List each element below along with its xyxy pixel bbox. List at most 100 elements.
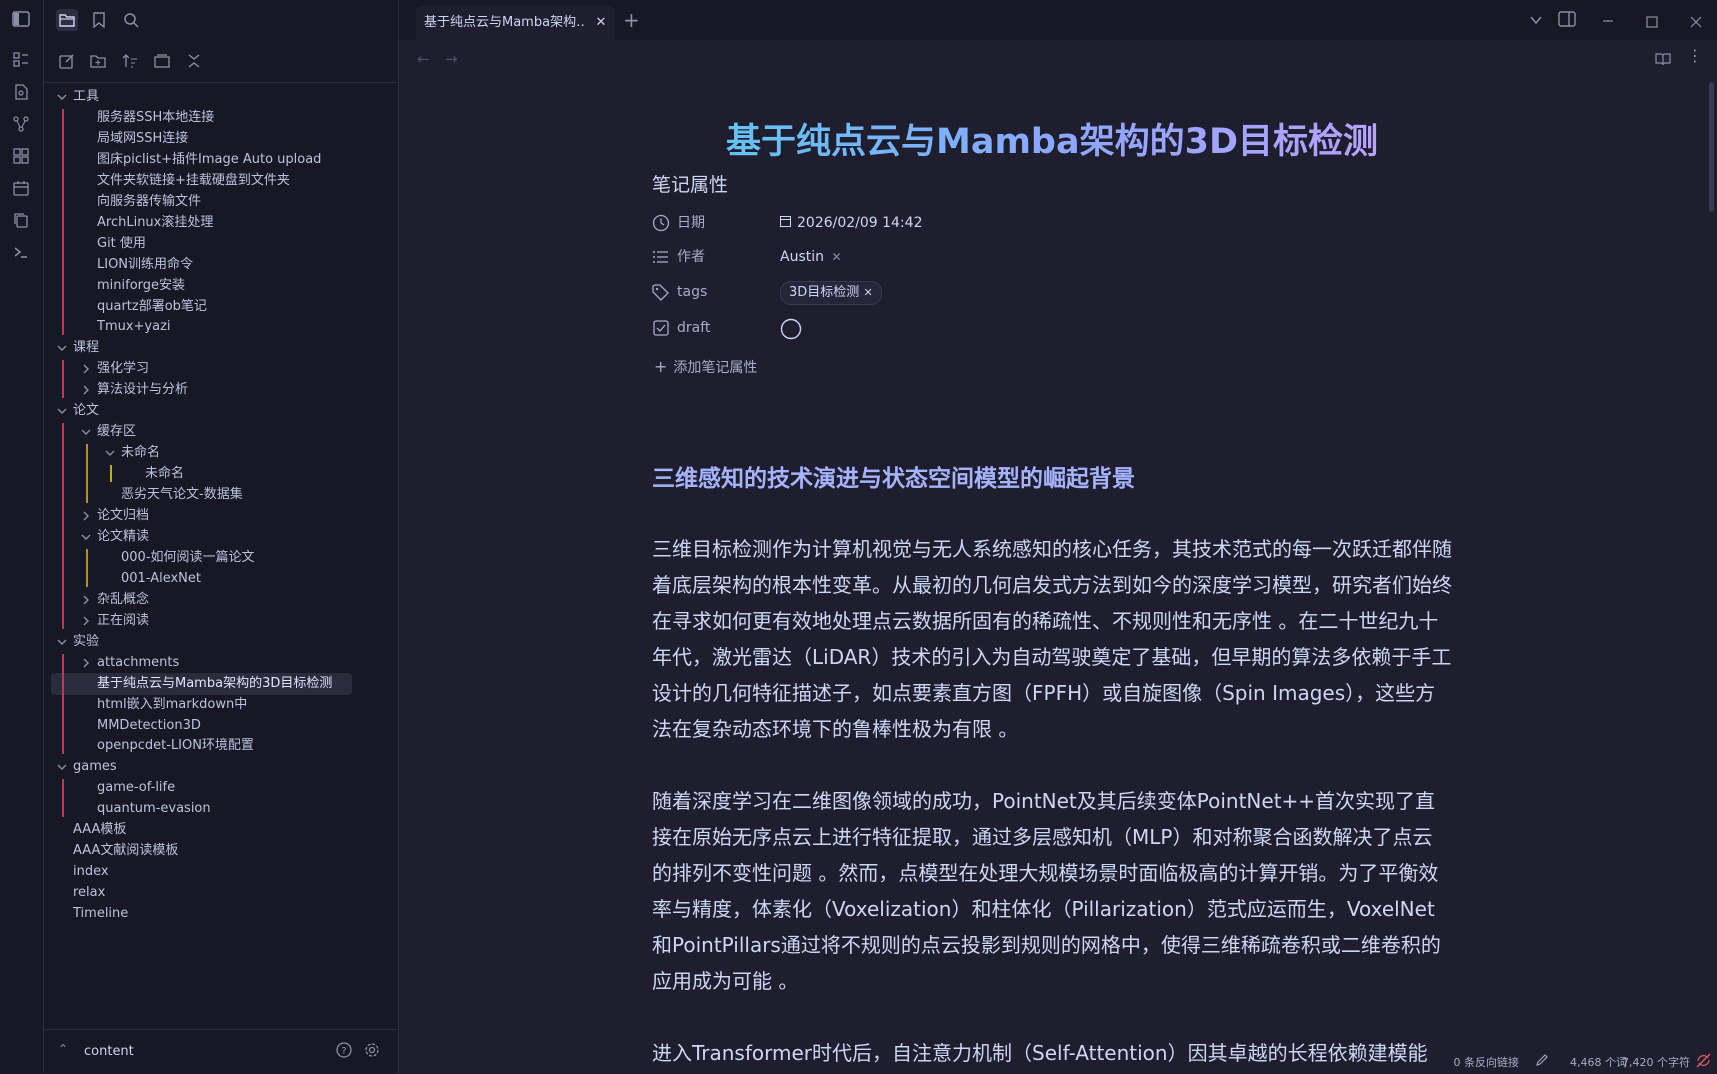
section-heading[interactable]: 三维感知的技术演进与状态空间模型的崛起背景: [652, 459, 1135, 493]
chevron-down-icon[interactable]: [56, 631, 68, 653]
chevron-right-icon[interactable]: [80, 610, 92, 632]
graph-icon[interactable]: [11, 114, 31, 134]
vault-name[interactable]: content: [84, 1030, 134, 1074]
tree-file[interactable]: index: [73, 861, 109, 883]
tree-folder[interactable]: 论文: [73, 400, 99, 422]
tree-file[interactable]: miniforge安装: [97, 275, 185, 297]
property-value-author[interactable]: Austin ✕: [780, 243, 842, 271]
close-tab-icon[interactable]: ✕: [593, 15, 609, 31]
tree-folder[interactable]: 论文归档: [97, 505, 149, 527]
tree-folder[interactable]: 算法设计与分析: [97, 379, 188, 401]
tree-file[interactable]: quartz部署ob笔记: [97, 296, 207, 318]
chevron-down-icon[interactable]: [56, 756, 68, 778]
more-options-icon[interactable]: ⋮: [1687, 48, 1703, 64]
chevron-right-icon[interactable]: [80, 379, 92, 401]
reading-view-book-icon[interactable]: [1655, 51, 1671, 70]
sync-off-icon[interactable]: [1696, 1053, 1711, 1071]
chevron-down-icon[interactable]: [104, 442, 116, 464]
tree-folder[interactable]: 实验: [73, 631, 99, 653]
tree-folder[interactable]: 工具: [73, 86, 99, 108]
tree-folder[interactable]: 论文精读: [97, 526, 149, 548]
tree-folder[interactable]: 强化学习: [97, 358, 149, 380]
collapse-icon[interactable]: [151, 50, 173, 72]
tree-folder[interactable]: 课程: [73, 337, 99, 359]
chevron-right-icon[interactable]: [80, 505, 92, 527]
tree-folder[interactable]: attachments: [97, 652, 179, 674]
tree-folder[interactable]: 杂乱概念: [97, 589, 149, 611]
grid-icon[interactable]: [11, 146, 31, 166]
chevron-down-icon[interactable]: [80, 421, 92, 443]
file-icon[interactable]: [11, 82, 31, 102]
tree-file[interactable]: 001-AlexNet: [121, 568, 201, 590]
right-sidebar-toggle-icon[interactable]: [1558, 11, 1576, 31]
tree-file[interactable]: AAA文献阅读模板: [73, 840, 178, 862]
tree-file[interactable]: Timeline: [73, 903, 128, 925]
expand-icon[interactable]: [183, 50, 205, 72]
tab-list-chevron-icon[interactable]: [1529, 12, 1543, 31]
tree-file[interactable]: Git 使用: [97, 233, 146, 255]
help-icon[interactable]: ?: [336, 1042, 352, 1058]
new-folder-icon[interactable]: [87, 50, 109, 72]
forward-arrow-icon[interactable]: →: [445, 50, 458, 68]
tree-file[interactable]: MMDetection3D: [97, 715, 201, 737]
edit-pencil-icon[interactable]: [1535, 1053, 1549, 1070]
tree-file[interactable]: openpcdet-LION环境配置: [97, 735, 254, 757]
tree-folder[interactable]: 正在阅读: [97, 610, 149, 632]
new-tab-icon[interactable]: +: [623, 10, 640, 30]
tree-folder[interactable]: 未命名: [121, 442, 160, 464]
tree-file[interactable]: relax: [73, 882, 105, 904]
minimize-icon[interactable]: [1602, 12, 1614, 31]
tree-file[interactable]: 文件夹软链接+挂载硬盘到文件夹: [97, 170, 290, 192]
sidebar-toggle-icon[interactable]: [11, 9, 31, 29]
property-tags[interactable]: tags 3D目标检测 ✕: [652, 278, 1452, 306]
copy-icon[interactable]: [11, 210, 31, 230]
chevron-down-icon[interactable]: [56, 86, 68, 108]
add-property-button[interactable]: + 添加笔记属性: [654, 353, 757, 381]
chevron-right-icon[interactable]: [80, 589, 92, 611]
tree-file[interactable]: 恶劣天气论文-数据集: [121, 484, 243, 506]
tree-file[interactable]: 图床piclist+插件Image Auto upload: [97, 149, 321, 171]
chevron-right-icon[interactable]: [80, 358, 92, 380]
chevron-down-icon[interactable]: [56, 337, 68, 359]
tree-file[interactable]: 服务器SSH本地连接: [97, 107, 214, 129]
sort-icon[interactable]: [119, 50, 141, 72]
folder-icon[interactable]: [56, 9, 78, 31]
tree-file[interactable]: 基于纯点云与Mamba架构的3D目标检测: [51, 672, 352, 695]
tree-file[interactable]: Tmux+yazi: [97, 316, 171, 338]
paragraph-2[interactable]: 随着深度学习在二维图像领域的成功，PointNet及其后续变体PointNet+…: [652, 783, 1452, 999]
property-date[interactable]: 日期 2026/02/09 14:42: [652, 209, 1452, 237]
maximize-icon[interactable]: [1646, 13, 1658, 32]
dashboard-icon[interactable]: [11, 50, 31, 70]
tree-file[interactable]: LION训练用命令: [97, 254, 193, 276]
tree-file[interactable]: 向服务器传输文件: [97, 191, 201, 213]
back-arrow-icon[interactable]: ←: [417, 50, 430, 68]
note-title[interactable]: 基于纯点云与Mamba架构的3D目标检测: [652, 113, 1452, 164]
tree-file[interactable]: html嵌入到markdown中: [97, 694, 247, 716]
tree-file[interactable]: game-of-life: [97, 777, 175, 799]
tree-file[interactable]: AAA模板: [73, 819, 126, 841]
chevron-down-icon[interactable]: [80, 526, 92, 548]
bookmark-icon[interactable]: [88, 9, 110, 31]
tag-pill[interactable]: 3D目标检测 ✕: [780, 281, 882, 305]
tree-folder[interactable]: 缓存区: [97, 421, 136, 443]
terminal-icon[interactable]: [11, 242, 31, 262]
remove-tag-icon[interactable]: ✕: [863, 286, 872, 299]
property-draft[interactable]: draft: [652, 314, 1452, 342]
chevron-right-icon[interactable]: [80, 652, 92, 674]
property-value-date[interactable]: 2026/02/09 14:42: [780, 209, 923, 237]
editor-scrollbar[interactable]: [1709, 82, 1714, 212]
chevron-updown-icon[interactable]: ⌃: [58, 1042, 68, 1056]
settings-gear-icon[interactable]: [364, 1042, 380, 1058]
backlinks-count[interactable]: 0 条反向链接: [1454, 1054, 1520, 1070]
calendar-icon[interactable]: [11, 178, 31, 198]
tab-active-note[interactable]: 基于纯点云与Mamba架构… ✕: [416, 6, 615, 40]
tree-file[interactable]: ArchLinux滚挂处理: [97, 212, 213, 234]
property-author[interactable]: 作者 Austin ✕: [652, 243, 1452, 271]
paragraph-1[interactable]: 三维目标检测作为计算机视觉与无人系统感知的核心任务，其技术范式的每一次跃迁都伴随…: [652, 531, 1452, 747]
chevron-down-icon[interactable]: [56, 400, 68, 422]
tree-file[interactable]: 未命名: [145, 463, 184, 485]
tree-file[interactable]: 局域网SSH连接: [97, 128, 188, 150]
tree-file[interactable]: 000-如何阅读一篇论文: [121, 547, 255, 569]
new-note-icon[interactable]: [56, 50, 78, 72]
search-icon[interactable]: [120, 9, 142, 31]
